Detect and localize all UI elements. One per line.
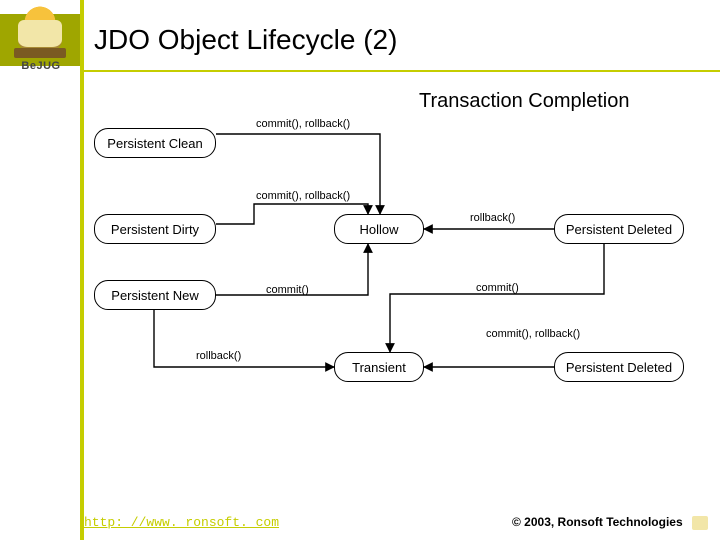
edge-dirty-hollow: commit(), rollback() xyxy=(254,190,352,202)
diagram: Transaction Completion Persistent Clean … xyxy=(84,84,720,500)
logo-cup-icon xyxy=(18,20,62,50)
header-underline xyxy=(84,70,720,72)
edge-deleted-hollow: rollback() xyxy=(468,212,517,224)
title-text: JDO Object Lifecycle (2) xyxy=(94,24,397,56)
page-title: JDO Object Lifecycle (2) xyxy=(84,10,720,70)
footer-copyright: © 2003, Ronsoft Technologies xyxy=(512,515,683,529)
logo-base-icon xyxy=(14,48,66,58)
state-transient: Transient xyxy=(334,352,424,382)
logo: BeJUG xyxy=(6,2,76,74)
state-persistent-deleted-b: Persistent Deleted xyxy=(554,352,684,382)
edge-new-transient: rollback() xyxy=(194,350,243,362)
edge-deleted-b-transient: commit(), rollback() xyxy=(484,328,582,340)
logo-text: BeJUG xyxy=(6,60,76,72)
edge-new-hollow: commit() xyxy=(264,284,311,296)
edge-clean-hollow: commit(), rollback() xyxy=(254,118,352,130)
state-persistent-new: Persistent New xyxy=(94,280,216,310)
footer-link[interactable]: http: //www. ronsoft. com xyxy=(84,515,279,530)
state-persistent-clean: Persistent Clean xyxy=(94,128,216,158)
state-persistent-deleted-a: Persistent Deleted xyxy=(554,214,684,244)
sidebar-line xyxy=(80,0,84,540)
state-hollow: Hollow xyxy=(334,214,424,244)
section-heading: Transaction Completion xyxy=(419,90,629,113)
edge-deleted-a-transient: commit() xyxy=(474,282,521,294)
footer: http: //www. ronsoft. com © 2003, Ronsof… xyxy=(84,515,708,530)
state-persistent-dirty: Persistent Dirty xyxy=(94,214,216,244)
footer-deco-icon xyxy=(692,516,708,530)
